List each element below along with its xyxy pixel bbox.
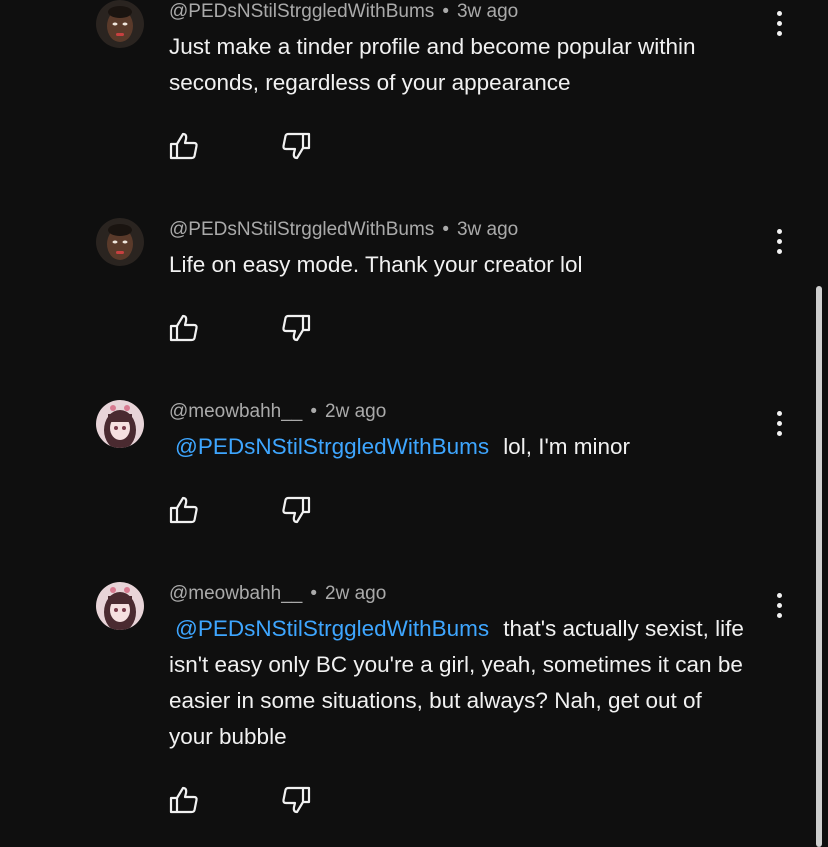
avatar[interactable] (96, 0, 144, 48)
meta-separator: • (442, 219, 449, 240)
comment-time[interactable]: 2w ago (325, 583, 386, 604)
thumbs-up-icon (169, 496, 198, 524)
anime-girl-avatar-icon (96, 582, 144, 630)
dislike-button[interactable] (280, 130, 312, 162)
anime-girl-avatar-icon (96, 400, 144, 448)
comment-time[interactable]: 3w ago (457, 1, 518, 22)
meta-separator: • (310, 401, 318, 422)
like-button[interactable] (168, 130, 200, 162)
dot-icon (776, 612, 782, 618)
comment-meta: @meowbahh__ • 2w ago (169, 582, 386, 606)
man-face-avatar-icon (96, 218, 144, 266)
thumbs-up-icon (169, 314, 198, 342)
dot-icon (776, 30, 782, 36)
avatar[interactable] (96, 218, 144, 266)
like-button[interactable] (168, 494, 200, 526)
comment-meta: @PEDsNStilStrggledWithBums • 3w ago (169, 218, 518, 242)
dot-icon (776, 420, 782, 426)
dot-icon (776, 592, 782, 598)
comment-thread: @PEDsNStilStrggledWithBums • 3w ago Just m… (0, 0, 828, 847)
meta-separator: • (310, 583, 318, 604)
comment-time[interactable]: 3w ago (457, 219, 518, 240)
dot-icon (776, 238, 782, 244)
more-options-button[interactable] (767, 589, 791, 621)
scrollbar[interactable] (816, 286, 822, 847)
man-face-avatar-icon (96, 0, 144, 48)
thumbs-down-icon (282, 786, 311, 814)
thumbs-up-icon (169, 786, 198, 814)
avatar[interactable] (96, 400, 144, 448)
dot-icon (776, 248, 782, 254)
mention-link[interactable]: @PEDsNStilStrggledWithBums (175, 434, 489, 459)
comment-meta: @PEDsNStilStrggledWithBums • 3w ago (169, 0, 518, 24)
dot-icon (776, 10, 782, 16)
more-options-button[interactable] (767, 407, 791, 439)
comment-author[interactable]: @PEDsNStilStrggledWithBums (169, 219, 434, 240)
dislike-button[interactable] (280, 312, 312, 344)
thumbs-down-icon (282, 496, 311, 524)
like-button[interactable] (168, 784, 200, 816)
dot-icon (776, 20, 782, 26)
dot-icon (776, 602, 782, 608)
dislike-button[interactable] (280, 494, 312, 526)
comment-author[interactable]: @meowbahh__ (169, 583, 302, 604)
comment-body: @PEDsNStilStrggledWithBums lol, I'm minor (169, 429, 774, 465)
avatar[interactable] (96, 582, 144, 630)
dot-icon (776, 430, 782, 436)
comment-text: Just make a tinder profile and become po… (169, 34, 696, 95)
comment-body: @PEDsNStilStrggledWithBums that's actuall… (169, 611, 749, 755)
like-button[interactable] (168, 312, 200, 344)
comment-meta: @meowbahh__ • 2w ago (169, 400, 386, 424)
thumbs-down-icon (282, 132, 311, 160)
thumbs-up-icon (169, 132, 198, 160)
comment-time[interactable]: 2w ago (325, 401, 386, 422)
comment-text: Life on easy mode. Thank your creator lo… (169, 252, 583, 277)
dot-icon (776, 410, 782, 416)
more-options-button[interactable] (767, 7, 791, 39)
mention-link[interactable]: @PEDsNStilStrggledWithBums (175, 616, 489, 641)
thumbs-down-icon (282, 314, 311, 342)
more-options-button[interactable] (767, 225, 791, 257)
comment-author[interactable]: @PEDsNStilStrggledWithBums (169, 1, 434, 22)
comment-text: lol, I'm minor (503, 434, 631, 459)
dot-icon (776, 228, 782, 234)
comment-author[interactable]: @meowbahh__ (169, 401, 302, 422)
dislike-button[interactable] (280, 784, 312, 816)
meta-separator: • (442, 1, 449, 22)
